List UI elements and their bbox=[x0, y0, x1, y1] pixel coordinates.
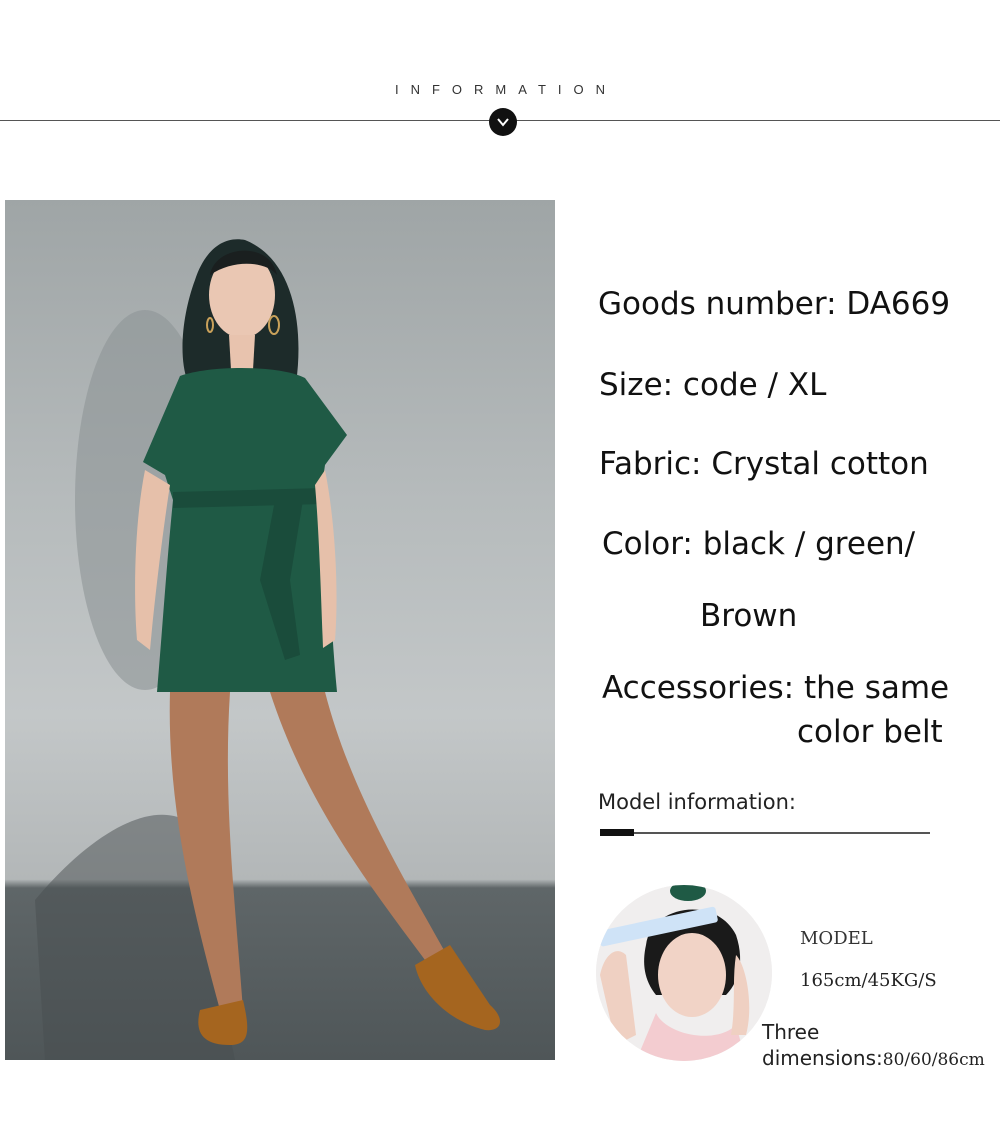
accessories-info-cont: color belt bbox=[797, 714, 943, 750]
chevron-down-icon bbox=[489, 108, 517, 136]
model-section-label: Model information: bbox=[598, 790, 797, 814]
section-title: INFORMATION bbox=[394, 82, 618, 97]
product-photo bbox=[5, 200, 555, 1060]
model-stats: 165cm/45KG/S bbox=[800, 970, 937, 991]
three-dimensions-row: dimensions:80/60/86cm bbox=[762, 1046, 985, 1070]
three-dimensions-label: Three bbox=[762, 1020, 820, 1044]
model-title: MODEL bbox=[800, 928, 873, 949]
fabric-info: Fabric: Crystal cotton bbox=[599, 446, 929, 482]
accessories-info: Accessories: the same bbox=[602, 670, 950, 706]
model-avatar bbox=[596, 885, 772, 1061]
color-info: Color: black / green/ bbox=[602, 526, 916, 562]
model-divider-accent bbox=[600, 829, 634, 836]
goods-number: Goods number: DA669 bbox=[598, 286, 951, 322]
three-dimensions-value: 80/60/86cm bbox=[882, 1050, 985, 1070]
three-dimensions-label-2: dimensions: bbox=[762, 1046, 883, 1070]
size-info: Size: code / XL bbox=[599, 367, 827, 403]
color-info-cont: Brown bbox=[700, 598, 798, 634]
model-divider bbox=[600, 832, 930, 834]
